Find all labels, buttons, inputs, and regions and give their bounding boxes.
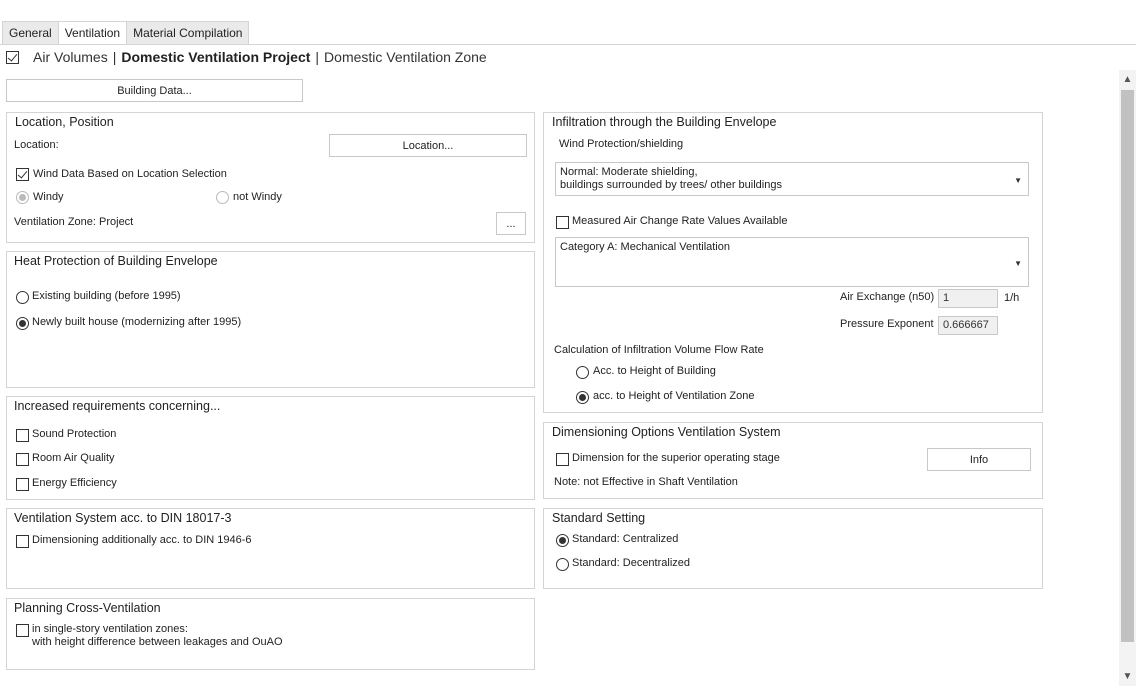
ventilation-category-select[interactable]: Category A: Mechanical Ventilation ▼ [555,237,1029,287]
height-of-building-label: Acc. to Height of Building [593,365,716,377]
tab-divider [0,44,1136,45]
newly-built-radio[interactable] [16,317,29,330]
air-exchange-field[interactable]: 1 [938,289,998,308]
sound-protection-label: Sound Protection [32,428,117,440]
zone-browse-button[interactable]: ... [496,212,526,235]
sound-protection-checkbox[interactable] [16,429,29,442]
room-air-quality-label: Room Air Quality [32,452,115,464]
wind-protection-line2: buildings surrounded by trees/ other bui… [560,179,782,191]
standard-decentralized-label: Standard: Decentralized [572,557,691,569]
increased-requirements-title: Increased requirements concerning... [14,399,221,413]
standard-setting-title: Standard Setting [552,511,646,525]
breadcrumb-separator: | [315,49,320,65]
superior-stage-label: Dimension for the superior operating sta… [572,452,780,464]
wind-protection-line1: Normal: Moderate shielding, [560,166,698,178]
tab-strip: General Ventilation Material Compilation [2,21,250,45]
din-system-title: Ventilation System acc. to DIN 18017-3 [14,511,232,525]
wind-data-checkbox[interactable] [16,168,29,181]
building-data-button[interactable]: Building Data... [6,79,303,102]
cross-ventilation-checkbox[interactable] [16,624,29,637]
scroll-up-icon[interactable]: ▲ [1121,73,1134,87]
standard-centralized-radio[interactable] [556,534,569,547]
cross-ventilation-line1: in single-story ventilation zones: [32,623,188,635]
standard-decentralized-radio[interactable] [556,558,569,571]
scroll-down-icon[interactable]: ▼ [1121,670,1134,684]
superior-stage-checkbox[interactable] [556,453,569,466]
energy-efficiency-checkbox[interactable] [16,478,29,491]
windy-radio[interactable] [16,191,29,204]
pressure-exponent-field[interactable]: 0.666667 [938,316,998,335]
breadcrumb: Air Volumes | Domestic Ventilation Proje… [33,48,487,66]
not-windy-radio[interactable] [216,191,229,204]
location-label: Location: [14,139,59,151]
height-of-building-radio[interactable] [576,366,589,379]
standard-centralized-label: Standard: Centralized [572,533,679,545]
shaft-ventilation-note: Note: not Effective in Shaft Ventilation [554,476,738,488]
heat-protection-title: Heat Protection of Building Envelope [14,254,218,268]
info-button[interactable]: Info [927,448,1031,471]
location-group-title: Location, Position [15,115,114,129]
measured-values-checkbox[interactable] [556,216,569,229]
newly-built-label: Newly built house (modernizing after 199… [32,316,242,328]
existing-building-label: Existing building (before 1995) [32,290,181,302]
air-exchange-unit: 1/h [1004,292,1020,304]
ventilation-zone-label: Ventilation Zone: Project [14,216,134,228]
air-volumes-checkbox[interactable] [6,51,19,64]
tab-general[interactable]: General [2,21,59,44]
breadcrumb-zone[interactable]: Domestic Ventilation Zone [324,49,487,65]
tab-material-compilation[interactable]: Material Compilation [126,21,250,44]
breadcrumb-project[interactable]: Domestic Ventilation Project [121,49,310,65]
din-dimensioning-label: Dimensioning additionally acc. to DIN 19… [32,534,252,546]
height-of-zone-radio[interactable] [576,391,589,404]
not-windy-label: not Windy [233,191,282,203]
energy-efficiency-label: Energy Efficiency [32,477,117,489]
wind-protection-select[interactable]: Normal: Moderate shielding, buildings su… [555,162,1029,196]
scrollbar-thumb[interactable] [1121,90,1134,642]
room-air-quality-checkbox[interactable] [16,453,29,466]
measured-values-label: Measured Air Change Rate Values Availabl… [572,215,788,227]
chevron-down-icon: ▼ [1014,259,1022,268]
pressure-exponent-label: Pressure Exponent [840,318,934,330]
location-button[interactable]: Location... [329,134,527,157]
wind-data-label: Wind Data Based on Location Selection [33,168,227,180]
dimensioning-options-title: Dimensioning Options Ventilation System [552,425,781,439]
infiltration-title: Infiltration through the Building Envelo… [552,115,777,129]
ventilation-category-value: Category A: Mechanical Ventilation [560,241,730,253]
breadcrumb-air-volumes[interactable]: Air Volumes [33,49,108,65]
existing-building-radio[interactable] [16,291,29,304]
din-dimensioning-checkbox[interactable] [16,535,29,548]
breadcrumb-separator: | [112,49,117,65]
chevron-down-icon: ▼ [1014,176,1022,185]
air-exchange-label: Air Exchange (n50) [840,291,935,303]
calculation-label: Calculation of Infiltration Volume Flow … [554,344,764,356]
height-of-zone-label: acc. to Height of Ventilation Zone [593,390,755,402]
windy-label: Windy [33,191,64,203]
cross-ventilation-title: Planning Cross-Ventilation [14,601,161,615]
tab-ventilation[interactable]: Ventilation [57,21,128,45]
cross-ventilation-line2: with height difference between leakages … [32,636,283,648]
wind-protection-label: Wind Protection/shielding [559,138,684,150]
